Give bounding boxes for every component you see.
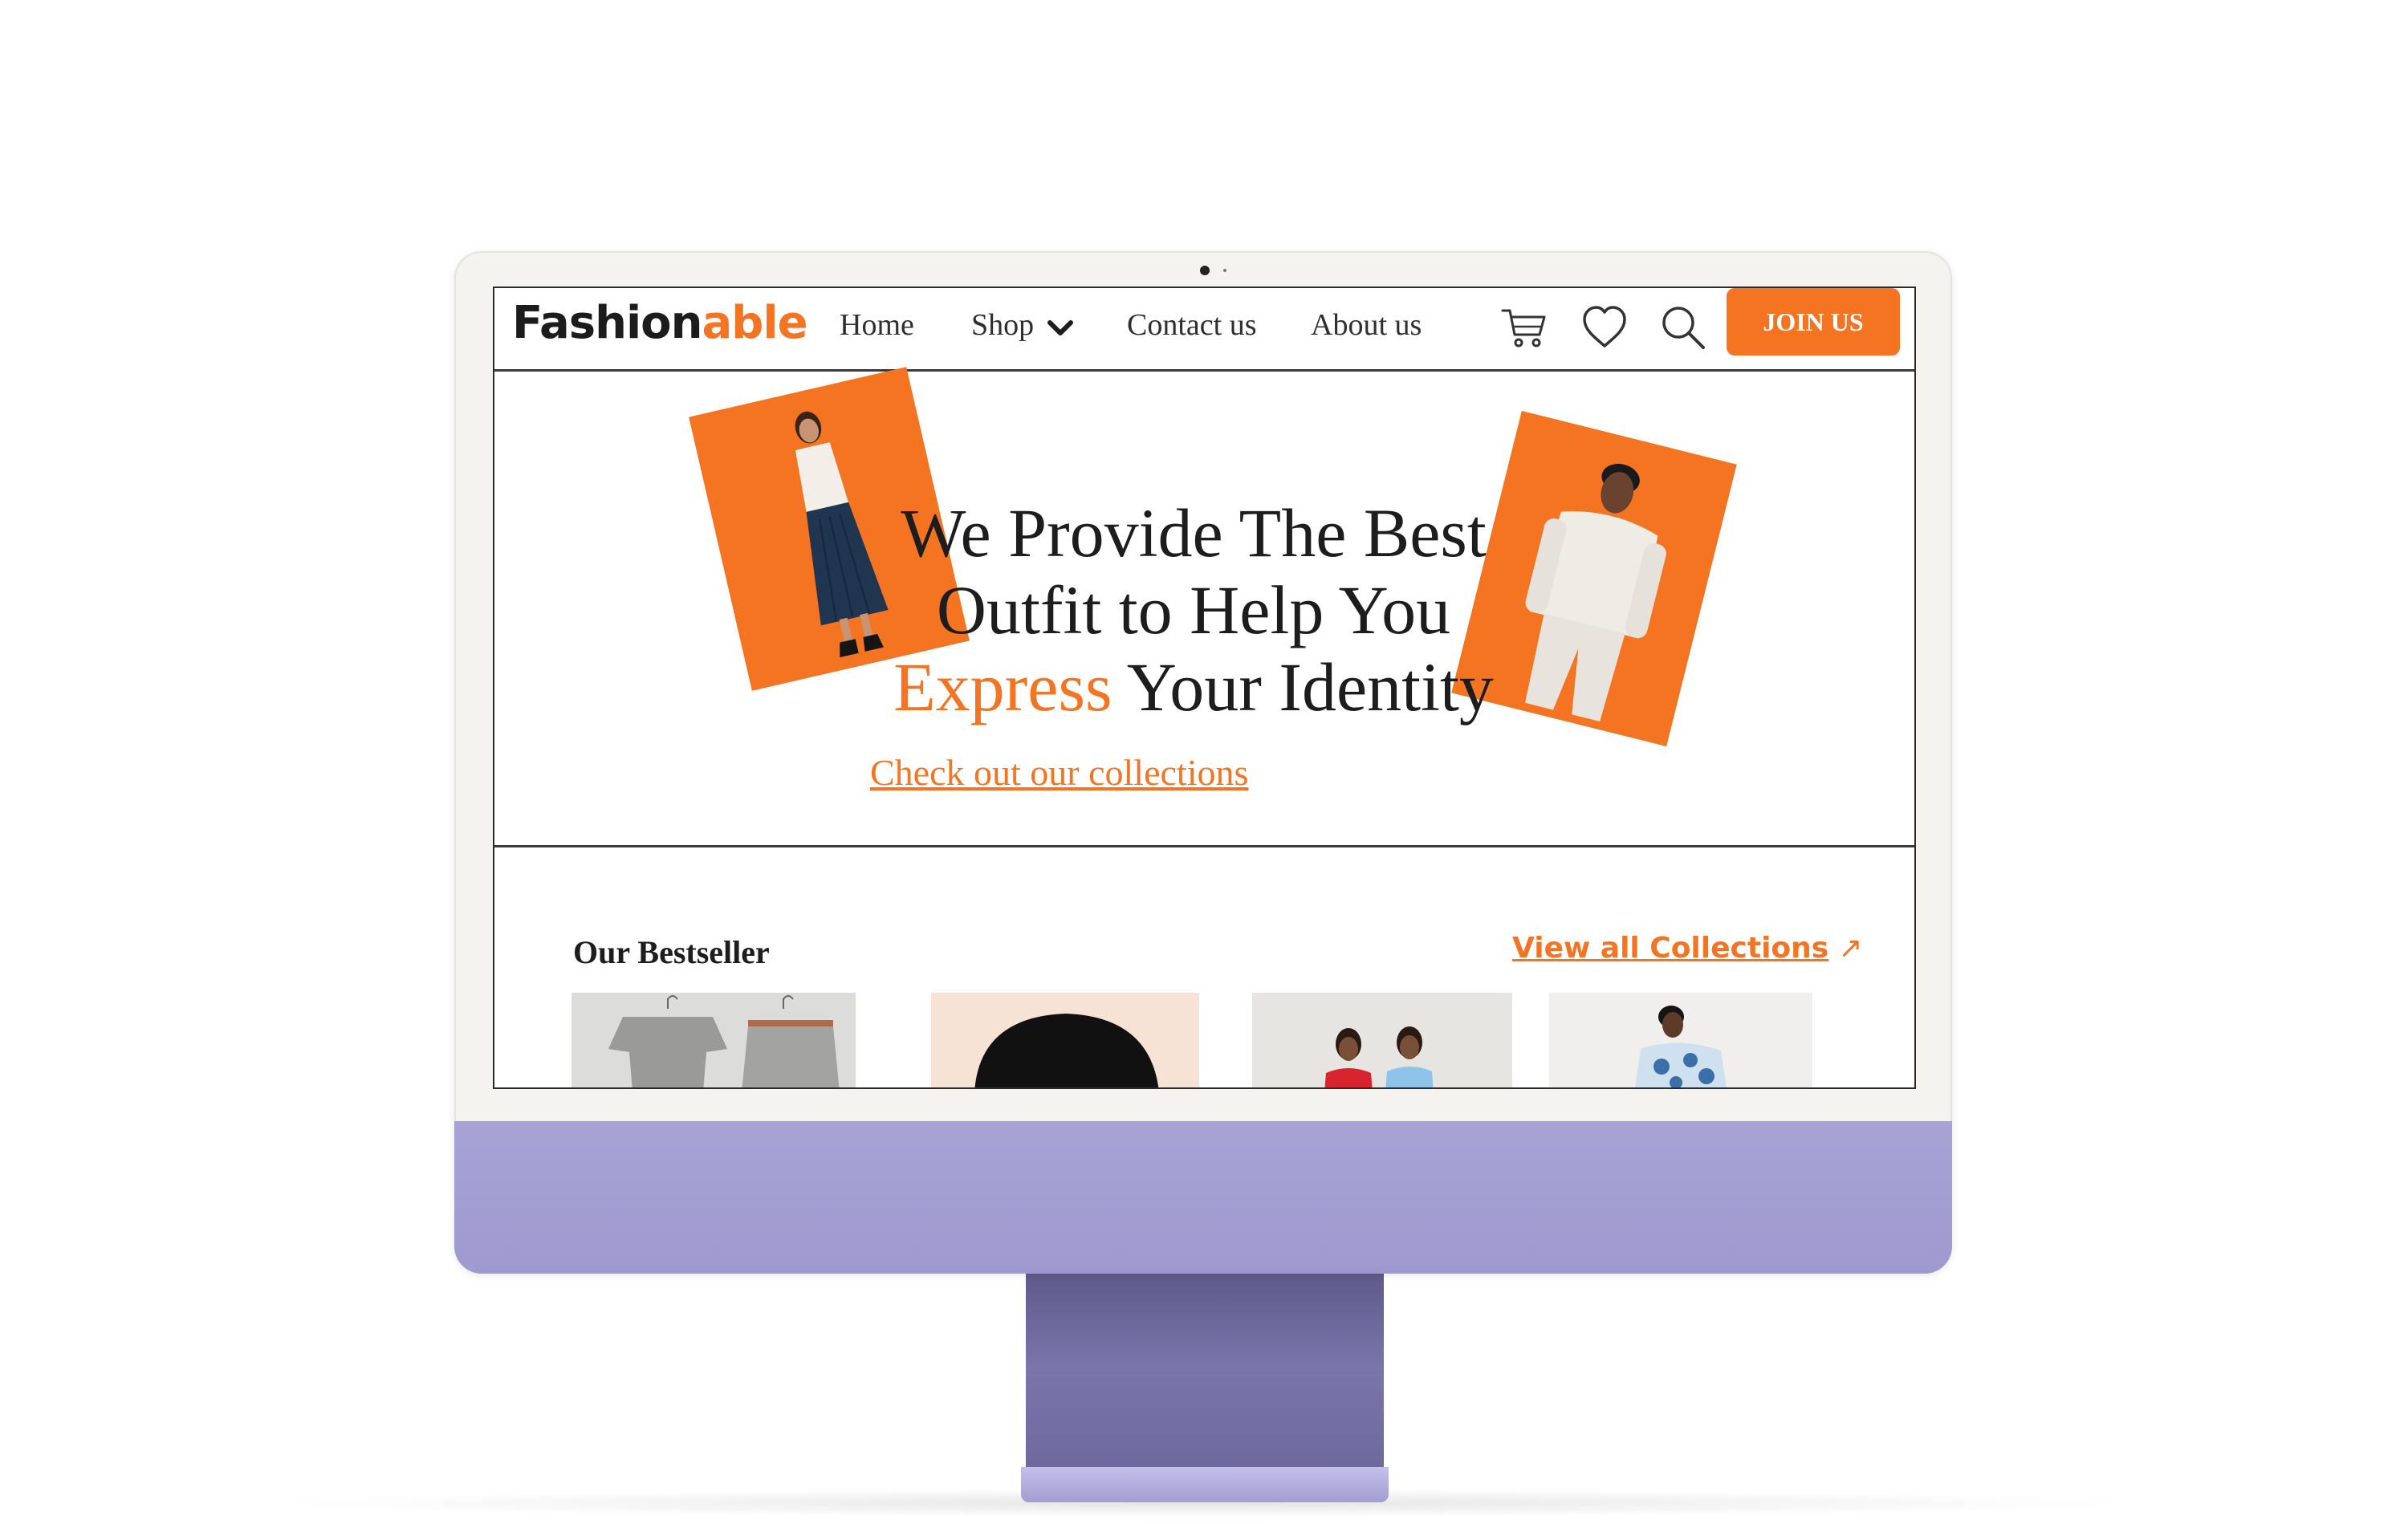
product-card-cap[interactable] <box>931 993 1199 1087</box>
view-all-collections-link[interactable]: View all Collections ↗ <box>1512 932 1862 965</box>
chevron-down-icon <box>1047 305 1074 350</box>
brand-logo-part1: Fashion <box>512 297 702 349</box>
product-card-printed-shirt[interactable] <box>1549 993 1812 1087</box>
stage: Fashionable Home Shop Contact us About u… <box>0 0 2408 1524</box>
hero-line-1: We Provide The Best <box>901 494 1487 571</box>
brand-logo-part2: able <box>702 297 808 349</box>
hero-line-3: Express Your Identity <box>860 648 1527 725</box>
product-card-tracksuit[interactable] <box>571 993 856 1087</box>
check-collections-link[interactable]: Check out our collections <box>870 751 1248 794</box>
hero-section: We Provide The Best Outfit to Help You E… <box>494 367 1914 847</box>
camera-sensor <box>1223 269 1226 272</box>
nav-home[interactable]: Home <box>840 303 914 347</box>
bestseller-title: Our Bestseller <box>573 934 770 970</box>
navbar: Fashionable Home Shop Contact us About u… <box>494 288 1914 372</box>
cart-icon[interactable] <box>1499 303 1549 352</box>
hero-line-3-rest: Your Identity <box>1112 648 1494 725</box>
monitor-chin <box>454 1121 1952 1274</box>
monitor-stand-foot <box>1021 1467 1389 1502</box>
hero-accent-word: Express <box>893 648 1112 725</box>
nav-about[interactable]: About us <box>1311 303 1422 347</box>
search-icon[interactable] <box>1658 303 1708 352</box>
hero-line-2: Outfit to Help You <box>936 571 1451 648</box>
join-us-button[interactable]: JOIN US <box>1727 288 1900 356</box>
arrow-up-right-icon: ↗ <box>1838 932 1863 965</box>
website-screen: Fashionable Home Shop Contact us About u… <box>493 287 1916 1089</box>
view-all-label: View all Collections <box>1512 932 1829 965</box>
monitor-stand <box>1026 1274 1384 1481</box>
nav-contact[interactable]: Contact us <box>1127 303 1256 347</box>
nav-shop[interactable]: Shop <box>971 303 1074 347</box>
hero-headline: We Provide The Best Outfit to Help You E… <box>860 494 1527 725</box>
heart-icon[interactable] <box>1580 303 1629 352</box>
brand-logo[interactable]: Fashionable <box>512 291 808 356</box>
camera <box>1200 266 1210 275</box>
product-card-blazers[interactable] <box>1252 993 1512 1087</box>
nav-shop-label: Shop <box>971 308 1035 342</box>
